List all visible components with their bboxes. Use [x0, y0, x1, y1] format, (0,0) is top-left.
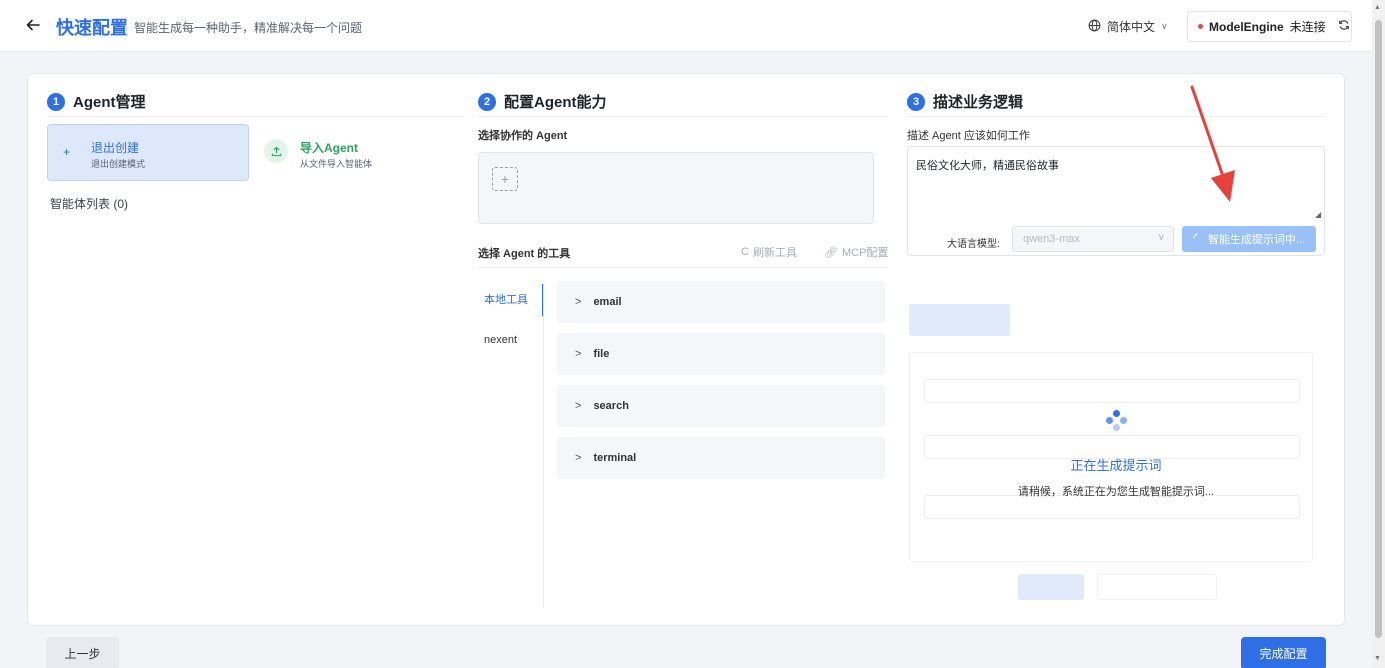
desc-label: 描述 Agent 应该如何工作 — [907, 130, 1030, 142]
loading-subtitle: 请稍候，系统正在为您生成智能提示词... — [1017, 486, 1215, 498]
chevron-right-icon: > — [575, 296, 582, 308]
page-subtitle: 智能生成每一种助手，精准解决每一个问题 — [134, 21, 363, 35]
faded-tab — [1010, 304, 1111, 336]
divider — [478, 267, 888, 268]
step-3-heading: 3 描述业务逻辑 — [907, 91, 1023, 112]
refresh-icon: C — [741, 246, 749, 258]
collab-agent-label: 选择协作的 Agent — [478, 130, 568, 142]
step-number: 2 — [478, 92, 496, 111]
step-title: Agent管理 — [73, 94, 146, 111]
divider — [47, 116, 465, 117]
faded-button — [1097, 574, 1217, 600]
faded-tab — [909, 304, 1010, 336]
step-title: 描述业务逻辑 — [933, 94, 1024, 111]
connection-state: 未连接 — [1289, 20, 1326, 34]
import-agent-desc: 从文件导入智能体 — [300, 159, 373, 169]
business-desc-panel: 民俗文化大师，精通民俗故事 ◢ 大语言模型: qwen3-max ∨ 智能生成提… — [907, 146, 1325, 256]
model-value: qwen3-max — [1023, 233, 1080, 245]
step-2-heading: 2 配置Agent能力 — [478, 91, 607, 112]
model-label: 大语言模型: — [947, 239, 1000, 250]
exit-create-button[interactable]: + 退出创建 退出创建模式 — [47, 124, 249, 181]
tool-name: terminal — [593, 452, 637, 464]
step-number: 1 — [47, 92, 65, 111]
tools-label: 选择 Agent 的工具 — [478, 248, 571, 260]
title-divider — [126, 17, 127, 35]
model-select[interactable]: qwen3-max ∨ — [1012, 226, 1174, 252]
page-title: 快速配置 — [56, 18, 128, 38]
refresh-tools-button[interactable]: C 刷新工具 — [741, 244, 797, 260]
mcp-config-label: MCP配置 — [841, 247, 889, 259]
status-dot-icon — [1198, 24, 1203, 29]
tool-item-terminal[interactable]: > terminal — [557, 437, 885, 479]
tool-name: search — [593, 400, 629, 412]
step-number: 3 — [907, 92, 925, 111]
faded-tab — [1111, 304, 1212, 336]
loading-overlay: 正在生成提示词 请稍候，系统正在为您生成智能提示词... — [907, 404, 1325, 498]
step-1-heading: 1 Agent管理 — [47, 91, 146, 112]
exit-create-desc: 退出创建模式 — [91, 159, 146, 169]
mcp-config-button[interactable]: 🔗︎ MCP配置 — [824, 244, 888, 260]
chevron-right-icon: > — [575, 452, 582, 464]
collab-agent-box: + — [478, 152, 874, 224]
top-bar: 快速配置 智能生成每一种助手，精准解决每一个问题 简体中文 ∨ ModelEng… — [0, 0, 1372, 52]
chevron-down-icon: ∨ — [1157, 232, 1165, 243]
business-desc-input[interactable]: 民俗文化大师，精通民俗故事 — [916, 157, 1059, 173]
tool-name: file — [593, 348, 610, 360]
tool-item-search[interactable]: > search — [557, 385, 885, 427]
faded-tabs — [909, 304, 1313, 336]
scroll-up-icon[interactable]: ▲ — [1374, 4, 1381, 11]
globe-icon — [1088, 19, 1101, 35]
link-icon: 🔗︎ — [824, 246, 838, 259]
loading-title: 正在生成提示词 — [1070, 458, 1162, 473]
prev-step-button[interactable]: 上一步 — [46, 637, 119, 668]
loading-spinner-icon — [1096, 404, 1136, 440]
chevron-right-icon: > — [575, 400, 582, 412]
connection-name: ModelEngine — [1209, 19, 1284, 34]
faded-tab — [1212, 304, 1313, 336]
upload-icon — [264, 139, 288, 163]
import-agent-button[interactable]: 导入Agent 从文件导入智能体 — [256, 124, 446, 181]
language-label: 简体中文 — [1107, 20, 1156, 34]
divider — [478, 116, 888, 117]
refresh-icon[interactable] — [1338, 19, 1350, 34]
tab-local-tools[interactable]: 本地工具 — [478, 284, 544, 316]
add-collab-agent-button[interactable]: + — [492, 167, 518, 191]
generate-prompt-label: 智能生成提示词中... — [1207, 234, 1306, 246]
connection-status[interactable]: ModelEngine 未连接 — [1187, 11, 1352, 42]
page-scrollbar[interactable]: ▲ ▼ — [1372, 0, 1385, 668]
faded-button — [1018, 574, 1084, 600]
generate-prompt-button[interactable]: 智能生成提示词中... — [1182, 226, 1316, 252]
divider — [907, 116, 1325, 117]
exit-create-title: 退出创建 — [91, 141, 140, 155]
chevron-down-icon: ∨ — [1161, 21, 1168, 31]
tool-item-email[interactable]: > email — [557, 281, 885, 323]
chevron-right-icon: > — [575, 348, 582, 360]
spinner-icon — [1193, 232, 1203, 246]
back-arrow-icon[interactable] — [22, 14, 44, 36]
config-card: 1 Agent管理 + 退出创建 退出创建模式 导入Agent 从文件导入智能体… — [27, 73, 1345, 626]
step-title: 配置Agent能力 — [504, 94, 607, 111]
annotation-arrow-icon — [1190, 85, 1235, 202]
resize-handle-icon[interactable]: ◢ — [1315, 210, 1321, 219]
plus-icon: + — [63, 145, 71, 159]
faded-agent-form — [907, 278, 1325, 608]
scrollbar-thumb[interactable] — [1375, 20, 1382, 638]
agent-list-label: 智能体列表 (0) — [50, 197, 129, 211]
faded-input — [924, 379, 1300, 403]
refresh-tools-label: 刷新工具 — [752, 247, 797, 259]
import-agent-title: 导入Agent — [300, 141, 358, 155]
tool-item-file[interactable]: > file — [557, 333, 885, 375]
tool-name: email — [593, 296, 622, 308]
tabs-divider — [543, 284, 544, 607]
scroll-down-icon[interactable]: ▼ — [1374, 655, 1381, 662]
tab-nexent[interactable]: nexent — [478, 324, 544, 356]
language-selector[interactable]: 简体中文 ∨ — [1088, 18, 1168, 35]
finish-config-button[interactable]: 完成配置 — [1241, 637, 1326, 668]
